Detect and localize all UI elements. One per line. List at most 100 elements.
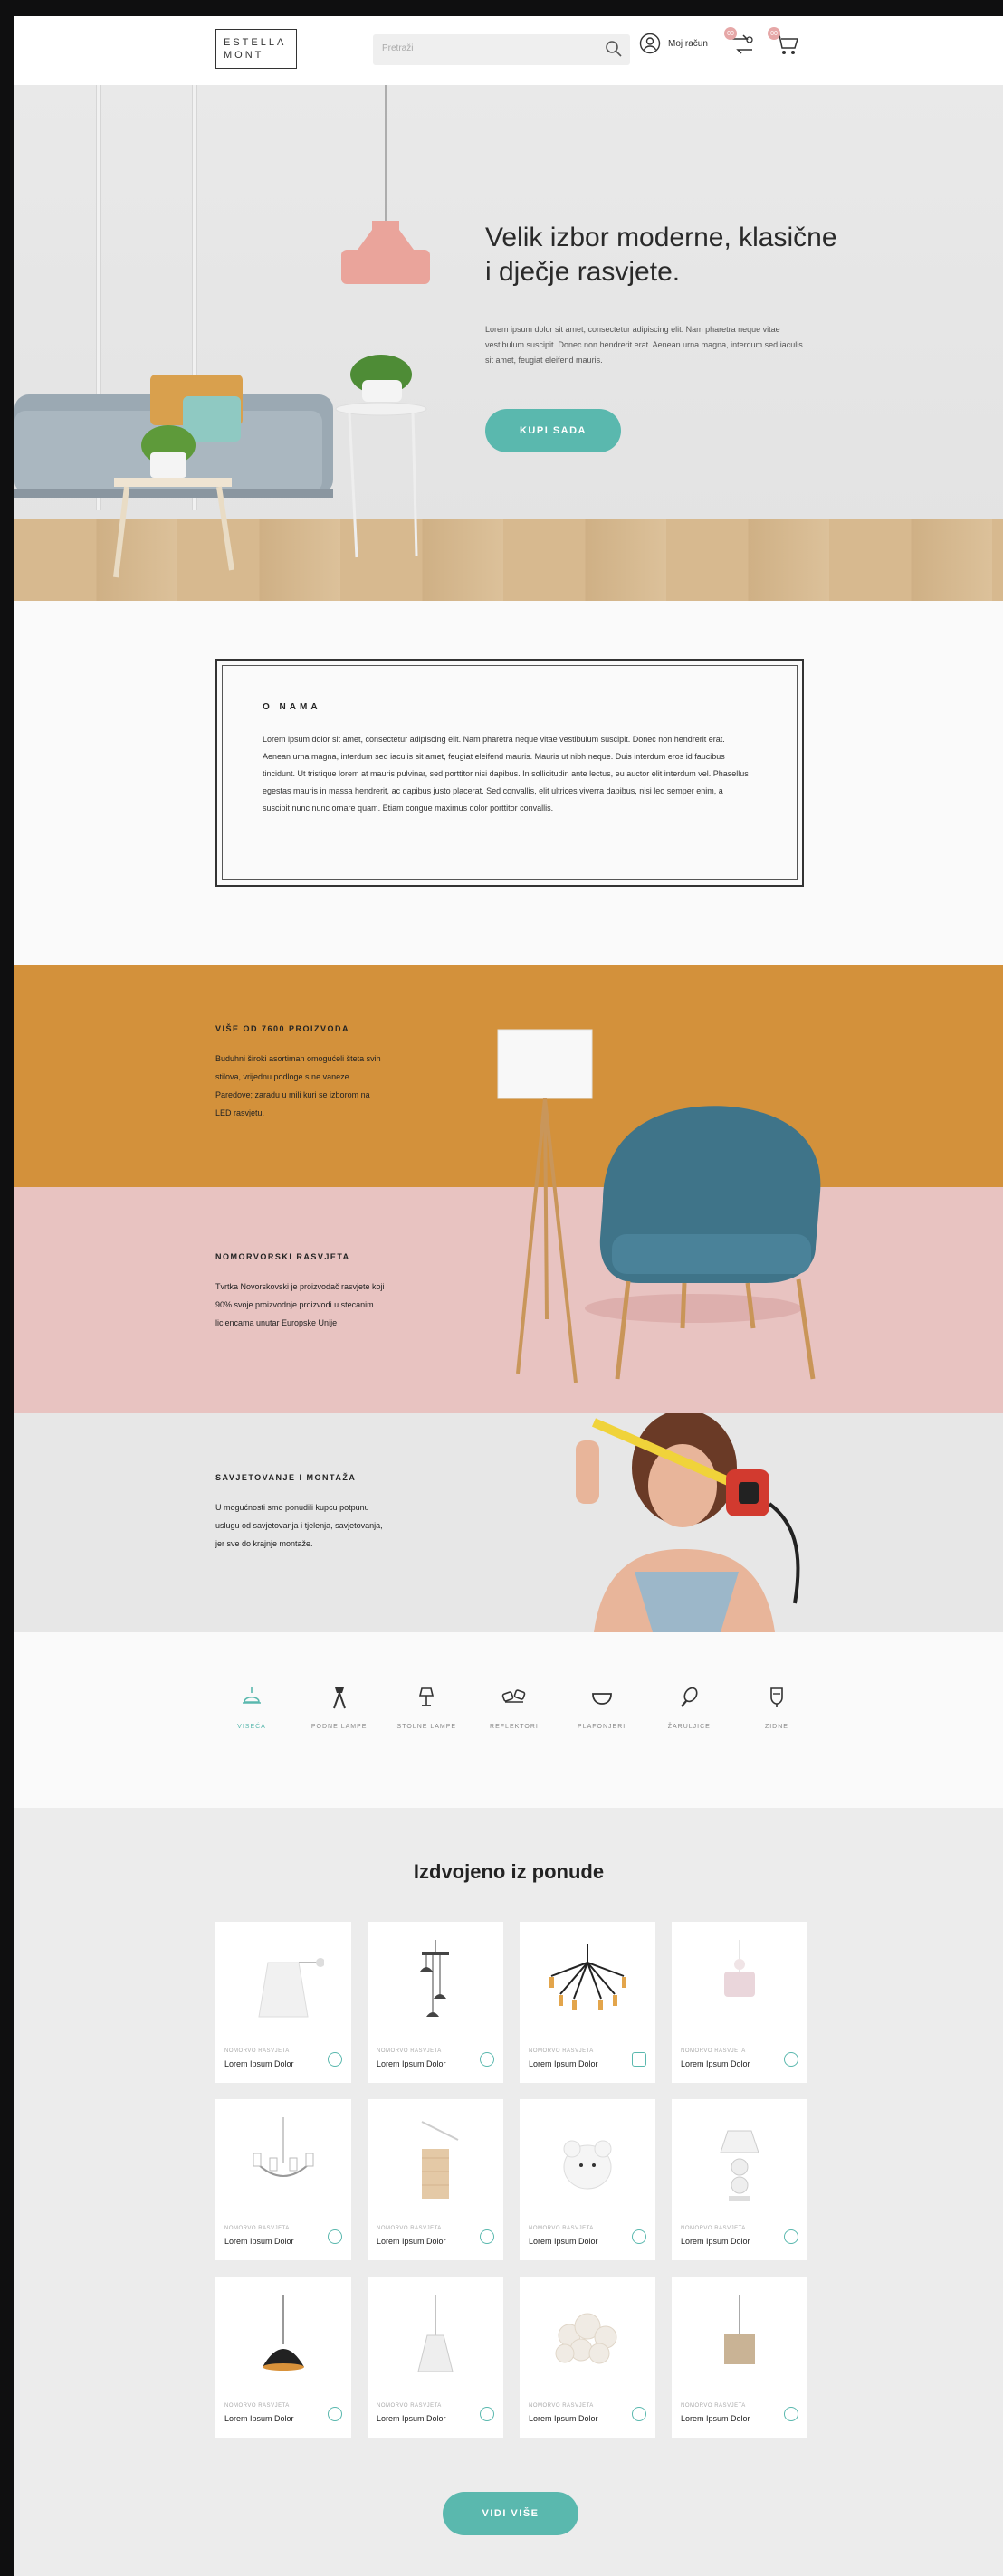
- add-to-cart-icon[interactable]: [480, 2229, 494, 2244]
- product-name[interactable]: Lorem Ipsum Dolor: [529, 2237, 598, 2246]
- feature-title: SAVJETOVANJE I MONTAŽA: [215, 1473, 357, 1482]
- product-brand: NOMORVO RASVJETA: [377, 2226, 442, 2231]
- featured-title: Izdvojeno iz ponude: [413, 1860, 605, 1883]
- search-icon[interactable]: [605, 40, 623, 58]
- product-image[interactable]: [368, 1922, 503, 2048]
- search-input[interactable]: Pretraži: [373, 34, 630, 65]
- product-name[interactable]: Lorem Ipsum Dolor: [377, 2414, 446, 2423]
- logo[interactable]: ESTELLA MONT: [215, 29, 297, 69]
- hero-illustration: [14, 85, 430, 578]
- view-more-button[interactable]: VIDI VIŠE: [443, 2492, 578, 2535]
- category-floor-lamps[interactable]: PODNE LAMPE: [303, 1686, 376, 1730]
- about-title: O NAMA: [263, 702, 321, 712]
- product-name[interactable]: Lorem Ipsum Dolor: [224, 2059, 294, 2068]
- feature-title: VIŠE OD 7600 PROIZVODA: [215, 1024, 350, 1033]
- shop-now-button[interactable]: KUPI SADA: [485, 409, 621, 452]
- product-card[interactable]: NOMORVO RASVJETA Lorem Ipsum Dolor: [672, 1922, 807, 2083]
- category-ceiling-lights[interactable]: PLAFONJERI: [566, 1686, 638, 1730]
- feature-text: U mogućnosti smo ponudili kupcu potpunu …: [215, 1503, 383, 1548]
- add-to-cart-icon[interactable]: [480, 2407, 494, 2421]
- category-pendant[interactable]: VISEĆA: [215, 1686, 288, 1730]
- category-label: ŽARULJICE: [667, 1724, 711, 1730]
- about-box: O NAMA Lorem ipsum dolor sit amet, conse…: [215, 659, 804, 887]
- add-to-cart-icon[interactable]: [480, 2052, 494, 2067]
- add-to-cart-icon[interactable]: [328, 2052, 342, 2067]
- add-to-cart-icon[interactable]: [632, 2229, 646, 2244]
- product-brand: NOMORVO RASVJETA: [224, 2048, 290, 2054]
- add-to-cart-icon[interactable]: [784, 2052, 798, 2067]
- product-image[interactable]: [215, 2277, 351, 2403]
- product-card[interactable]: NOMORVO RASVJETA Lorem Ipsum Dolor: [672, 2277, 807, 2438]
- hero-title: Velik izbor moderne, klasične i dječje r…: [485, 223, 837, 287]
- category-table-lamps[interactable]: STOLNE LAMPE: [390, 1686, 463, 1730]
- product-image[interactable]: [672, 1922, 807, 2048]
- category-label: PLAFONJERI: [578, 1724, 626, 1730]
- add-to-cart-icon[interactable]: [632, 2052, 646, 2067]
- wall-lamp-icon: [770, 1687, 783, 1707]
- product-card[interactable]: NOMORVO RASVJETA Lorem Ipsum Dolor: [520, 2277, 655, 2438]
- product-name[interactable]: Lorem Ipsum Dolor: [224, 2414, 294, 2423]
- add-to-cart-icon[interactable]: [632, 2407, 646, 2421]
- feature-products: VIŠE OD 7600 PROIZVODA Buduhni široki as…: [215, 1024, 387, 1122]
- add-to-cart-icon[interactable]: [328, 2229, 342, 2244]
- product-brand: NOMORVO RASVJETA: [681, 2048, 746, 2054]
- category-label: ZIDNE: [764, 1724, 788, 1730]
- cart-button[interactable]: 00: [768, 27, 800, 61]
- product-image[interactable]: [520, 2277, 655, 2403]
- add-to-cart-icon[interactable]: [328, 2407, 342, 2421]
- product-card[interactable]: NOMORVO RASVJETA Lorem Ipsum Dolor: [368, 2277, 503, 2438]
- product-brand: NOMORVO RASVJETA: [681, 2403, 746, 2409]
- product-image[interactable]: [215, 2099, 351, 2226]
- product-card[interactable]: NOMORVO RASVJETA Lorem Ipsum Dolor: [672, 2099, 807, 2260]
- product-card[interactable]: NOMORVO RASVJETA Lorem Ipsum Dolor: [215, 1922, 351, 2083]
- account-link[interactable]: Moj račun: [639, 33, 708, 54]
- product-brand: NOMORVO RASVJETA: [377, 2403, 442, 2409]
- product-card[interactable]: NOMORVO RASVJETA Lorem Ipsum Dolor: [520, 1922, 655, 2083]
- category-spotlights[interactable]: REFLEKTORI: [478, 1686, 550, 1730]
- product-name[interactable]: Lorem Ipsum Dolor: [377, 2237, 446, 2246]
- compare-button[interactable]: 00: [724, 27, 755, 61]
- product-image[interactable]: [215, 1922, 351, 2048]
- floor-lamp-icon: [332, 1687, 346, 1709]
- category-label: PODNE LAMPE: [310, 1724, 368, 1730]
- pendant-lamp-icon: [243, 1687, 261, 1704]
- product-brand: NOMORVO RASVJETA: [529, 2048, 594, 2054]
- about-text: Lorem ipsum dolor sit amet, consectetur …: [263, 735, 749, 813]
- product-card[interactable]: NOMORVO RASVJETA Lorem Ipsum Dolor: [215, 2277, 351, 2438]
- category-bulbs[interactable]: ŽARULJICE: [653, 1686, 725, 1730]
- product-name[interactable]: Lorem Ipsum Dolor: [681, 2414, 750, 2423]
- product-image[interactable]: [368, 2277, 503, 2403]
- product-image[interactable]: [672, 2099, 807, 2226]
- product-image[interactable]: [520, 1922, 655, 2048]
- bulb-icon: [681, 1687, 698, 1707]
- page: ESTELLA MONT Pretraži Moj račun 00 00 Ve…: [14, 16, 1003, 2576]
- product-card[interactable]: NOMORVO RASVJETA Lorem Ipsum Dolor: [368, 1922, 503, 2083]
- category-wall-lamps[interactable]: ZIDNE: [740, 1686, 813, 1730]
- product-card[interactable]: NOMORVO RASVJETA Lorem Ipsum Dolor: [520, 2099, 655, 2260]
- cart-badge: 00: [768, 27, 780, 40]
- search-placeholder: Pretraži: [382, 43, 414, 53]
- account-label: Moj račun: [668, 38, 708, 49]
- ceiling-light-icon: [591, 1693, 612, 1705]
- product-image[interactable]: [520, 2099, 655, 2226]
- product-name[interactable]: Lorem Ipsum Dolor: [529, 2059, 598, 2068]
- product-card[interactable]: NOMORVO RASVJETA Lorem Ipsum Dolor: [215, 2099, 351, 2260]
- product-card[interactable]: NOMORVO RASVJETA Lorem Ipsum Dolor: [368, 2099, 503, 2260]
- product-name[interactable]: Lorem Ipsum Dolor: [224, 2237, 294, 2246]
- add-to-cart-icon[interactable]: [784, 2229, 798, 2244]
- product-name[interactable]: Lorem Ipsum Dolor: [529, 2414, 598, 2423]
- category-label: VISEĆA: [237, 1724, 266, 1730]
- product-image[interactable]: [368, 2099, 503, 2226]
- product-name[interactable]: Lorem Ipsum Dolor: [377, 2059, 446, 2068]
- woman-tape-measure-photo: [576, 1413, 800, 1632]
- product-name[interactable]: Lorem Ipsum Dolor: [681, 2059, 750, 2068]
- logo-line-1: ESTELLA: [224, 37, 287, 48]
- spotlight-icon: [502, 1689, 526, 1703]
- product-name[interactable]: Lorem Ipsum Dolor: [681, 2237, 750, 2246]
- compare-badge: 00: [724, 27, 737, 40]
- feature-text: Buduhni široki asortiman omogućeli šteta…: [215, 1054, 381, 1117]
- add-to-cart-icon[interactable]: [784, 2407, 798, 2421]
- product-image[interactable]: [672, 2277, 807, 2403]
- table-lamp-icon: [419, 1687, 435, 1706]
- feature-text: Tvrtka Novorskovski je proizvodač rasvje…: [215, 1282, 385, 1327]
